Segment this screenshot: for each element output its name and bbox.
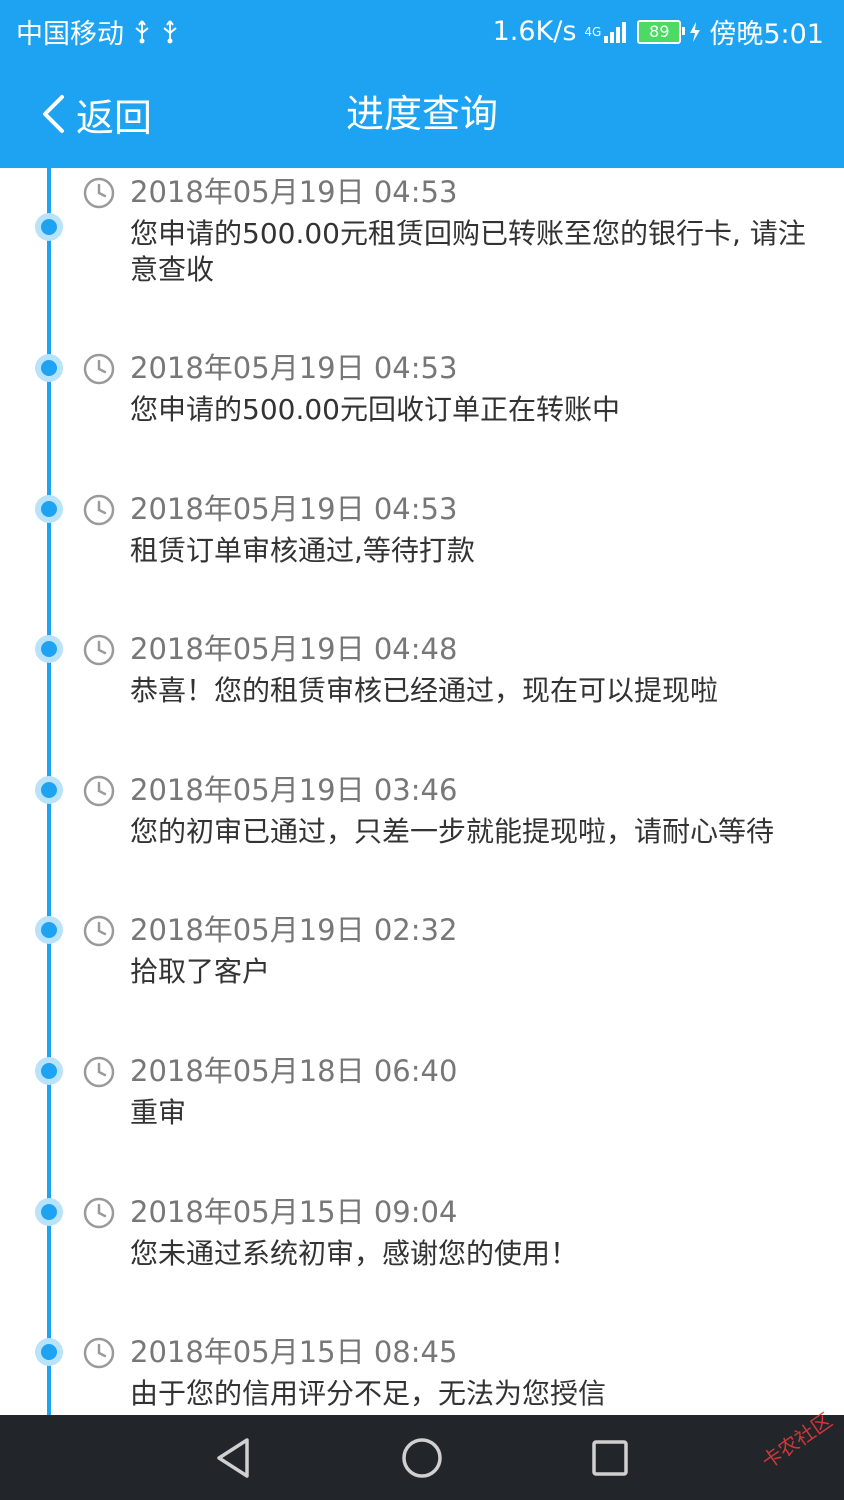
entry-time: 2018年05月15日 08:45 bbox=[130, 1335, 458, 1369]
timeline-dot bbox=[35, 354, 63, 382]
charging-icon bbox=[689, 21, 701, 43]
signal-icon: 4G bbox=[584, 20, 629, 44]
system-nav-bar bbox=[0, 1415, 844, 1500]
entry-time: 2018年05月19日 04:53 bbox=[130, 175, 458, 209]
status-bar: 中国移动 1.6K/s 4G 89 傍晚5:01 bbox=[0, 0, 844, 58]
clock-icon bbox=[82, 1196, 116, 1230]
nav-home-button[interactable] bbox=[399, 1435, 445, 1481]
status-left: 中国移动 bbox=[16, 12, 180, 51]
entry-text: 您未通过系统初审，感谢您的使用！ bbox=[130, 1237, 579, 1270]
battery-icon: 89 bbox=[637, 19, 686, 44]
timeline-dot bbox=[35, 213, 63, 241]
entry-text: 您申请的500.00元租赁回购已转账至您的银行卡, 请注意查收 bbox=[130, 217, 806, 286]
timeline-dot bbox=[35, 776, 63, 804]
timeline-dot bbox=[35, 1198, 63, 1226]
network-type: 4G bbox=[584, 24, 602, 39]
timeline-dot bbox=[35, 1338, 63, 1366]
entry-time: 2018年05月19日 03:46 bbox=[130, 773, 458, 807]
carrier-name: 中国移动 bbox=[16, 19, 124, 50]
timeline-dot bbox=[35, 495, 63, 523]
clock-icon bbox=[82, 1336, 116, 1370]
clock-icon bbox=[82, 774, 116, 808]
entry-text: 拾取了客户 bbox=[130, 955, 271, 988]
entry-time: 2018年05月19日 04:53 bbox=[130, 492, 458, 526]
clock-icon bbox=[82, 633, 116, 667]
timeline-list[interactable]: 2018年05月19日 04:53 您申请的500.00元租赁回购已转账至您的银… bbox=[0, 168, 844, 1415]
entry-text: 您申请的500.00元回收订单正在转账中 bbox=[130, 393, 620, 426]
entry-text: 重审 bbox=[130, 1096, 187, 1129]
battery-level: 89 bbox=[649, 22, 670, 41]
circle-home-icon bbox=[400, 1436, 444, 1480]
app-header: 返回 进度查询 bbox=[0, 58, 844, 168]
timeline-dot bbox=[35, 1057, 63, 1085]
square-recent-icon bbox=[590, 1438, 630, 1478]
nav-recent-button[interactable] bbox=[587, 1435, 633, 1481]
usb-icon bbox=[132, 19, 152, 45]
page-title: 进度查询 bbox=[345, 92, 498, 136]
entry-time: 2018年05月19日 02:32 bbox=[130, 913, 458, 947]
clock-time: 傍晚5:01 bbox=[709, 19, 824, 50]
entry-text: 租赁订单审核通过,等待打款 bbox=[130, 534, 475, 567]
entry-text: 由于您的信用评分不足，无法为您授信 bbox=[130, 1377, 607, 1410]
entry-text: 恭喜！您的租赁审核已经通过，现在可以提现啦 bbox=[130, 674, 719, 707]
timeline-dot bbox=[35, 916, 63, 944]
clock-icon bbox=[82, 1055, 116, 1089]
status-right: 1.6K/s 4G 89 傍晚5:01 bbox=[493, 12, 824, 51]
triangle-back-icon bbox=[213, 1436, 253, 1480]
clock-icon bbox=[82, 176, 116, 210]
entry-time: 2018年05月19日 04:53 bbox=[130, 351, 458, 385]
entry-time: 2018年05月18日 06:40 bbox=[130, 1054, 458, 1088]
usb-icon bbox=[160, 19, 180, 45]
clock-icon bbox=[82, 352, 116, 386]
entry-text: 您的初审已通过，只差一步就能提现啦，请耐心等待 bbox=[130, 815, 775, 848]
nav-back-button[interactable] bbox=[210, 1435, 256, 1481]
clock-icon bbox=[82, 914, 116, 948]
entry-time: 2018年05月15日 09:04 bbox=[130, 1195, 458, 1229]
entry-time: 2018年05月19日 04:48 bbox=[130, 632, 458, 666]
timeline-dot bbox=[35, 635, 63, 663]
clock-icon bbox=[82, 493, 116, 527]
network-speed: 1.6K/s bbox=[492, 16, 577, 47]
